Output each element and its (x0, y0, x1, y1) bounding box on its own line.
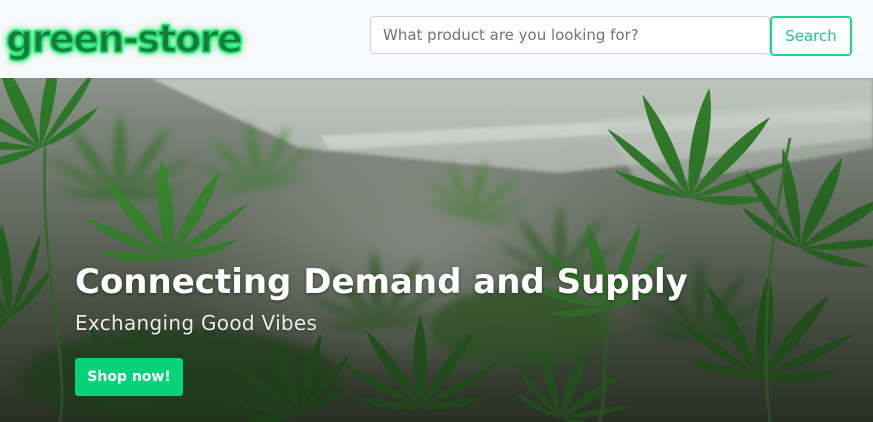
search-button[interactable]: Search (770, 16, 852, 56)
search-form: Search (370, 16, 853, 56)
search-input[interactable] (370, 16, 770, 54)
hero-subtitle: Exchanging Good Vibes (75, 311, 318, 335)
brand-logo[interactable]: green-store (5, 14, 243, 64)
shop-now-button[interactable]: Shop now! (75, 358, 183, 396)
hero-banner: Connecting Demand and Supply Exchanging … (0, 78, 873, 422)
navbar: green-store Search (0, 0, 873, 78)
hero-title: Connecting Demand and Supply (75, 262, 688, 302)
